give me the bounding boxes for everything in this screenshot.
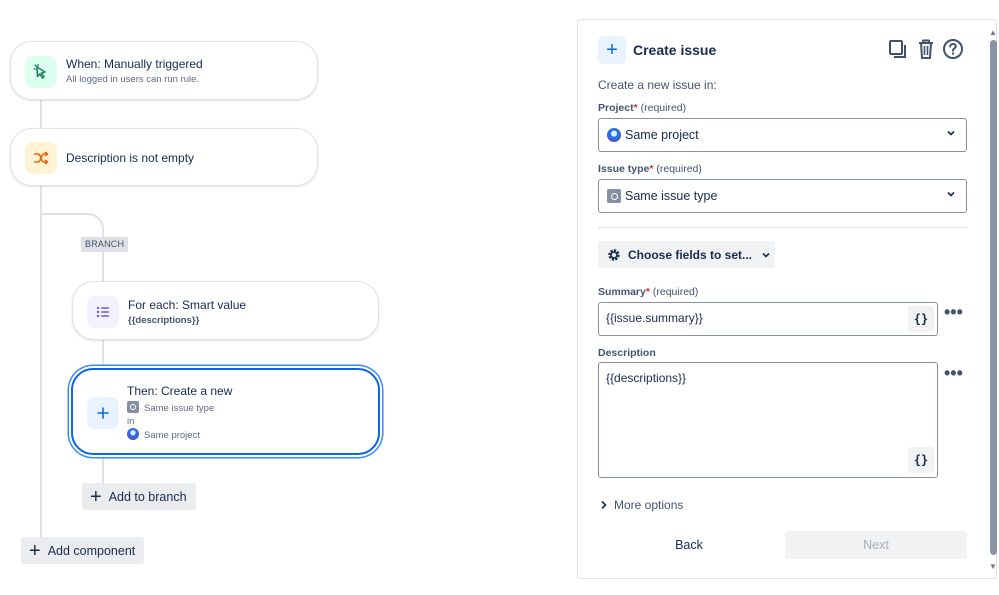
more-options-toggle[interactable]: More options	[600, 498, 683, 512]
project-select-value: Same project	[625, 128, 699, 142]
issue-type-icon	[607, 189, 621, 203]
issue-type-select-value: Same issue type	[625, 189, 718, 203]
project-avatar-icon	[127, 428, 139, 440]
connector-line	[102, 340, 104, 368]
back-button[interactable]: Back	[598, 531, 780, 559]
condition-card[interactable]: Description is not empty	[10, 128, 318, 186]
plus-icon	[87, 397, 119, 429]
action-issue-type: Same issue type	[127, 401, 214, 414]
chevron-down-icon	[946, 128, 956, 141]
add-component-button[interactable]: + Add component	[21, 537, 145, 564]
branch-label: BRANCH	[81, 237, 129, 252]
smart-value-button[interactable]: {}	[908, 447, 934, 473]
issue-type-label: Issue type* (required)	[598, 163, 702, 175]
connector-line	[40, 99, 42, 129]
panel-header-icon: +	[598, 36, 626, 64]
smart-value-button[interactable]: {}	[908, 306, 934, 332]
plus-icon: +	[606, 39, 618, 61]
more-actions-icon[interactable]: •••	[944, 363, 963, 384]
condition-title: Description is not empty	[66, 151, 195, 165]
add-to-branch-button[interactable]: + Add to branch	[82, 483, 196, 510]
description-label: Description	[598, 347, 656, 359]
foreach-card[interactable]: For each: Smart value {{descriptions}}	[72, 281, 379, 340]
panel-intro-text: Create a new issue in:	[598, 78, 717, 92]
list-icon	[87, 296, 119, 328]
scroll-up-icon[interactable]: ▲	[989, 28, 997, 37]
project-select[interactable]: Same project	[598, 118, 967, 152]
foreach-subtitle: {{descriptions}}	[128, 315, 200, 326]
plus-icon: +	[29, 539, 41, 562]
project-avatar-icon	[607, 128, 621, 142]
scrollbar-thumb[interactable]	[990, 40, 997, 555]
summary-label: Summary* (required)	[598, 286, 699, 298]
help-icon[interactable]	[942, 38, 964, 60]
issue-type-icon	[127, 401, 139, 413]
trigger-subtitle: All logged in users can run rule.	[66, 74, 200, 85]
summary-value: {{issue.summary}}	[606, 311, 703, 325]
plus-icon: +	[90, 485, 102, 508]
foreach-title: For each: Smart value	[128, 298, 247, 312]
trigger-card[interactable]: When: Manually triggered All logged in u…	[10, 41, 318, 100]
gear-icon	[606, 247, 622, 263]
connector-line	[102, 250, 104, 282]
issue-type-select[interactable]: Same issue type	[598, 179, 967, 213]
delete-icon[interactable]	[916, 38, 936, 60]
chevron-down-icon	[761, 250, 771, 260]
description-field[interactable]: {{descriptions}}	[598, 362, 938, 478]
summary-field[interactable]: {{issue.summary}}	[598, 302, 938, 336]
panel-scrollbar[interactable]: ▲ ▼	[988, 28, 999, 578]
rule-canvas: When: Manually triggered All logged in u…	[0, 0, 570, 595]
duplicate-icon[interactable]	[888, 39, 908, 59]
panel-title: Create issue	[633, 42, 717, 58]
project-label: Project* (required)	[598, 102, 687, 114]
scroll-down-icon[interactable]: ▼	[989, 562, 997, 571]
chevron-right-icon	[600, 500, 608, 510]
connector-line	[102, 456, 104, 484]
shuffle-icon	[25, 142, 57, 174]
action-title: Then: Create a new	[127, 384, 233, 398]
trigger-title: When: Manually triggered	[66, 57, 203, 71]
description-value: {{descriptions}}	[606, 371, 687, 385]
chevron-down-icon	[946, 189, 956, 202]
action-in-label: in	[127, 416, 135, 427]
action-project: Same project	[127, 428, 200, 441]
next-button[interactable]: Next	[785, 531, 967, 559]
create-issue-action-card[interactable]: Then: Create a new Same issue type in Sa…	[71, 368, 380, 455]
divider	[598, 227, 967, 228]
more-actions-icon[interactable]: •••	[944, 302, 963, 323]
cursor-click-icon	[25, 56, 57, 88]
choose-fields-button[interactable]: Choose fields to set...	[598, 241, 775, 268]
